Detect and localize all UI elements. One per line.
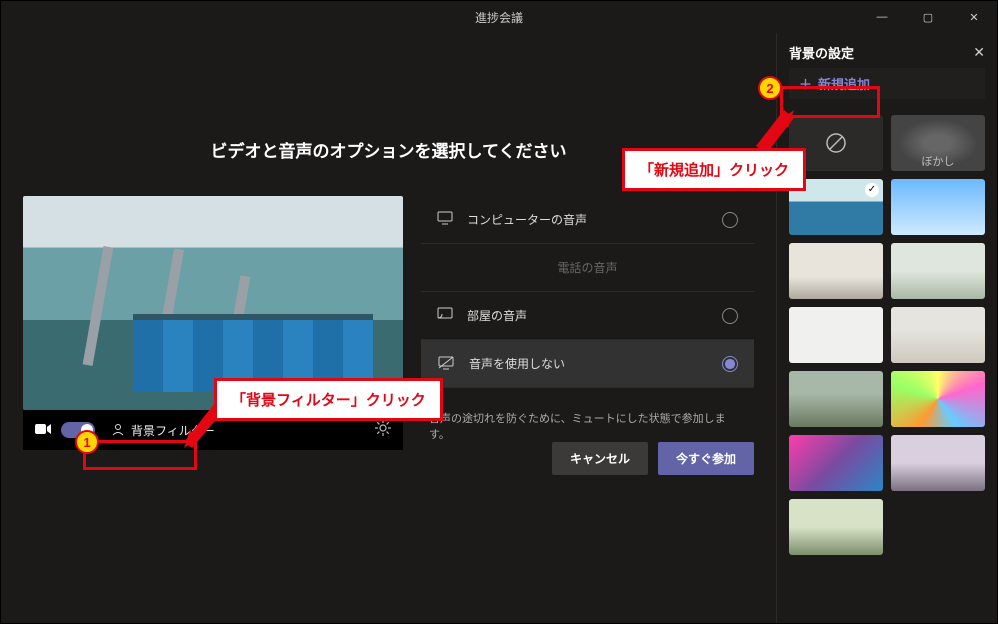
sidebar-title: 背景の設定 bbox=[789, 43, 854, 62]
background-thumb[interactable] bbox=[789, 307, 883, 363]
background-grid: ぼかし bbox=[789, 115, 985, 555]
desktop-icon bbox=[437, 211, 453, 228]
minimize-button[interactable]: — bbox=[859, 1, 905, 33]
background-thumb[interactable] bbox=[789, 243, 883, 299]
background-thumb[interactable] bbox=[789, 371, 883, 427]
background-thumb[interactable] bbox=[891, 179, 985, 235]
background-thumb[interactable] bbox=[789, 435, 883, 491]
cast-icon bbox=[437, 307, 453, 324]
window-title: 進捗会議 bbox=[475, 9, 523, 26]
main-area: ビデオと音声のオプションを選択してください 背景フィルター bbox=[1, 33, 776, 623]
annotation-box-filter bbox=[83, 440, 197, 470]
join-now-button[interactable]: 今すぐ参加 bbox=[658, 442, 754, 475]
background-thumb[interactable] bbox=[891, 435, 985, 491]
titlebar: 進捗会議 — ▢ ✕ bbox=[1, 1, 997, 33]
annotation-number-2: 2 bbox=[758, 76, 782, 100]
audio-option-label: 音声を使用しない bbox=[469, 355, 565, 372]
maximize-button[interactable]: ▢ bbox=[905, 1, 951, 33]
annotation-number-1: 1 bbox=[75, 430, 99, 454]
audio-option-label: 電話の音声 bbox=[557, 259, 617, 276]
sidebar-header: 背景の設定 ✕ bbox=[789, 43, 985, 62]
audio-option-label: 部屋の音声 bbox=[467, 307, 527, 324]
radio-icon bbox=[722, 356, 738, 372]
background-thumb[interactable] bbox=[891, 371, 985, 427]
settings-icon[interactable] bbox=[375, 420, 391, 441]
annotation-text-filter: 「背景フィルター」クリック bbox=[214, 378, 443, 421]
background-blur[interactable]: ぼかし bbox=[891, 115, 985, 171]
audio-panel: コンピューターの音声 電話の音声 部屋の音声 音声を使用しない bbox=[421, 196, 754, 481]
annotation-box-addnew bbox=[780, 86, 880, 118]
audio-option-label: コンピューターの音声 bbox=[467, 211, 587, 228]
background-settings-sidebar: 背景の設定 ✕ ＋ 新規追加 ぼかし bbox=[776, 33, 997, 623]
cancel-button[interactable]: キャンセル bbox=[552, 442, 648, 475]
camera-icon bbox=[35, 422, 51, 438]
audio-option-room[interactable]: 部屋の音声 bbox=[421, 292, 754, 340]
mute-note: 音声の途切れを防ぐために、ミュートにした状態で参加します。 bbox=[421, 388, 754, 442]
background-thumb[interactable] bbox=[789, 499, 883, 555]
person-blur-icon bbox=[111, 422, 125, 439]
background-thumb[interactable] bbox=[891, 307, 985, 363]
close-button[interactable]: ✕ bbox=[951, 1, 997, 33]
panels: 背景フィルター コンピューターの音声 電話の音声 bbox=[23, 196, 754, 481]
window-controls: — ▢ ✕ bbox=[859, 1, 997, 33]
action-buttons: キャンセル 今すぐ参加 bbox=[421, 442, 754, 475]
annotation-text-addnew: 「新規追加」クリック bbox=[622, 148, 806, 191]
radio-icon bbox=[722, 308, 738, 324]
audio-option-none[interactable]: 音声を使用しない bbox=[421, 340, 754, 388]
background-thumb[interactable] bbox=[891, 243, 985, 299]
close-icon[interactable]: ✕ bbox=[973, 44, 985, 61]
body: ビデオと音声のオプションを選択してください 背景フィルター bbox=[1, 33, 997, 623]
blur-label: ぼかし bbox=[891, 153, 985, 169]
page-title: ビデオと音声のオプションを選択してください bbox=[211, 137, 567, 162]
audio-option-computer[interactable]: コンピューターの音声 bbox=[421, 196, 754, 244]
screen-off-icon bbox=[437, 355, 455, 373]
radio-icon bbox=[722, 212, 738, 228]
audio-option-phone-disabled: 電話の音声 bbox=[421, 244, 754, 292]
